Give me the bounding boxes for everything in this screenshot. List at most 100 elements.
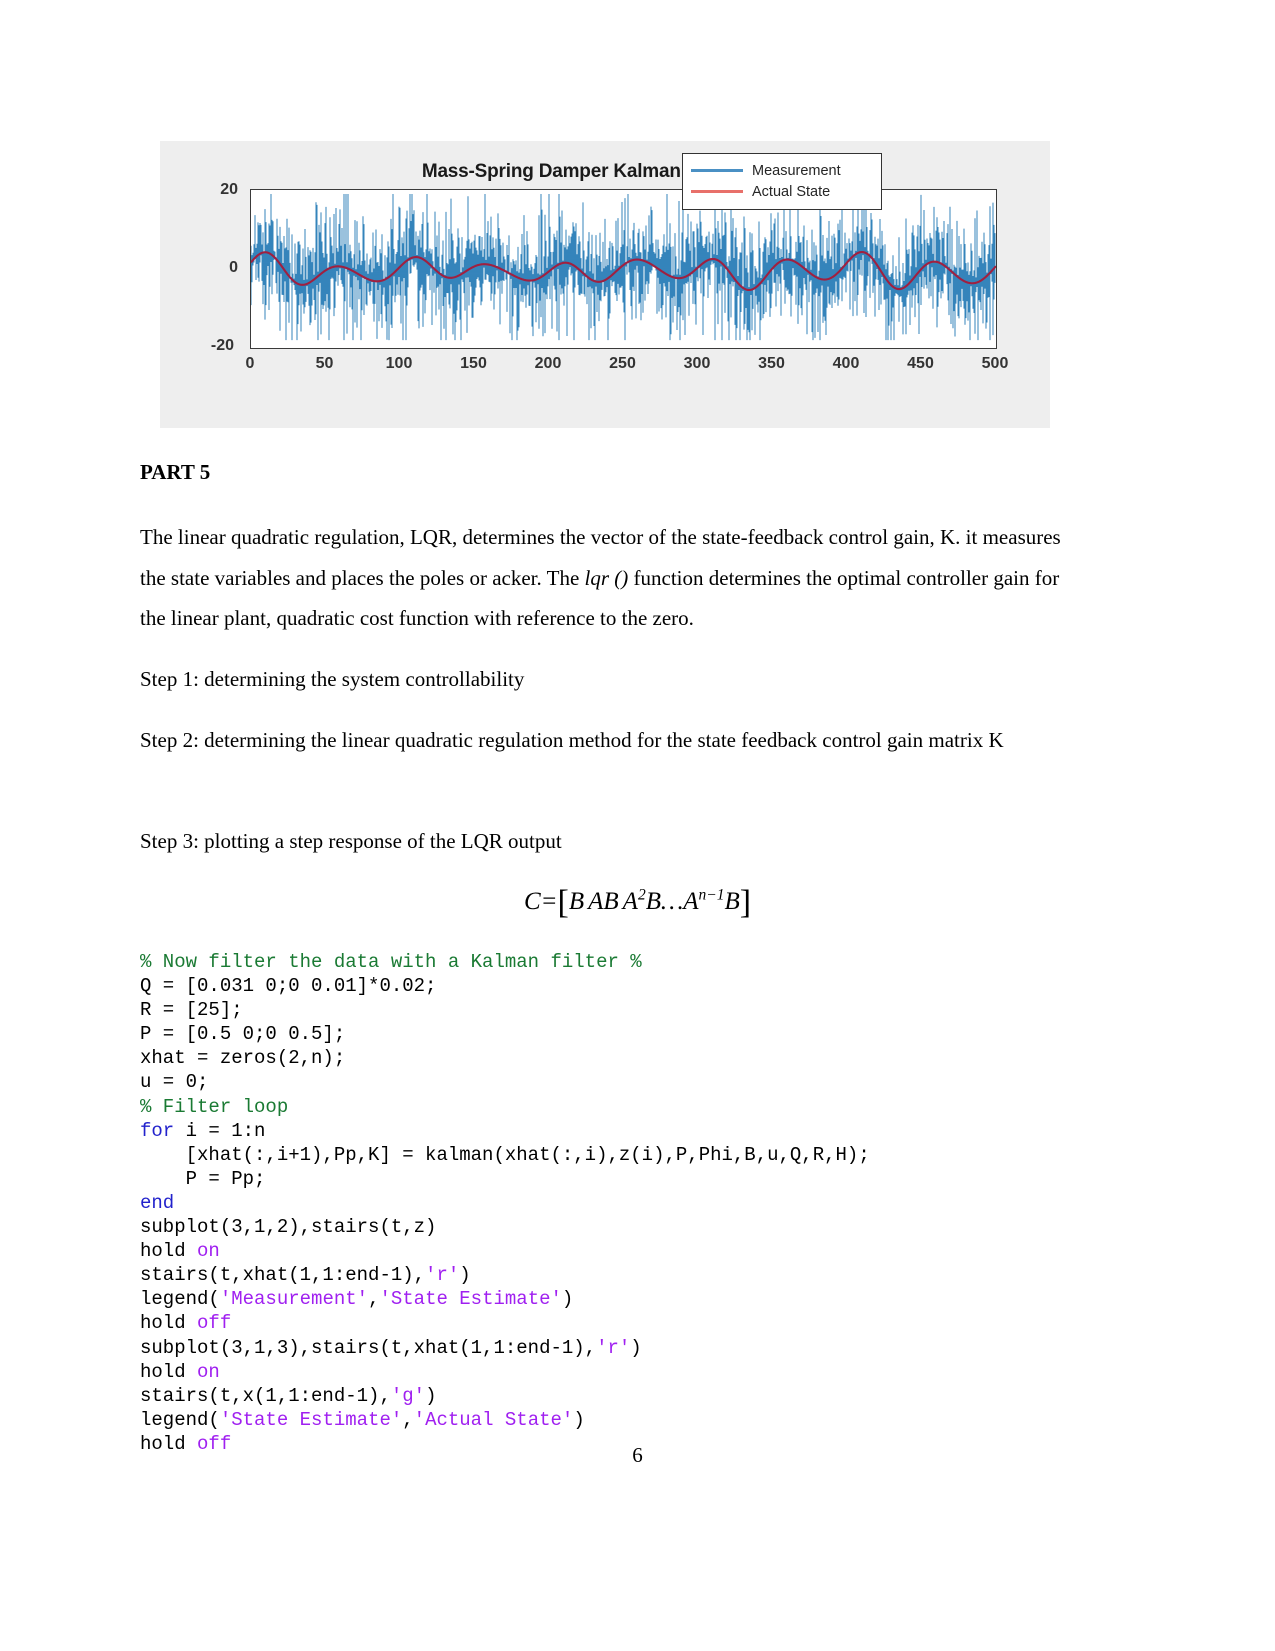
code-token: subplot(3,1,3),stairs(t,xhat(1,1:end-1), xyxy=(140,1336,597,1359)
page-number: 6 xyxy=(632,1443,643,1467)
code-token: , xyxy=(368,1288,380,1311)
code-token-kw2: on xyxy=(197,1360,220,1383)
chart-legend: Measurement Actual State xyxy=(682,153,882,210)
x-axis-tick-450: 450 xyxy=(907,355,934,372)
x-axis-tick-50: 50 xyxy=(315,355,334,372)
code-line: R = [25]; xyxy=(140,998,1140,1022)
code-line: stairs(t,x(1,1:end-1),'g') xyxy=(140,1384,1140,1408)
formula-controllability-matrix: C=[B AB A2B…An−1B] xyxy=(0,884,1275,922)
y-axis-tick-neg20: -20 xyxy=(210,337,234,354)
para1-italic-lqr: lqr () xyxy=(584,565,629,590)
code-token: ) xyxy=(573,1408,585,1431)
plot-canvas xyxy=(251,193,996,341)
code-token-cmt: % Filter loop xyxy=(140,1095,289,1118)
document-page: Mass-Spring Damper Kalman Filter Demo 20… xyxy=(0,0,1275,1651)
code-token-kw2: on xyxy=(197,1240,220,1263)
code-line: subplot(3,1,2),stairs(t,z) xyxy=(140,1215,1140,1239)
code-token-cmt: % Now filter the data with a Kalman filt… xyxy=(140,951,642,973)
formula-term-an-base: A xyxy=(683,888,699,915)
code-token: xhat = zeros(2,n); xyxy=(140,1047,346,1070)
code-token: ) xyxy=(425,1384,437,1407)
x-axis-tick-0: 0 xyxy=(245,355,255,372)
code-line: hold on xyxy=(140,1360,1140,1384)
code-line: Q = [0.031 0;0 0.01]*0.02; xyxy=(140,974,1140,998)
y-axis-tick-0: 0 xyxy=(229,259,238,276)
legend-swatch-measurement xyxy=(691,169,743,172)
code-token: legend( xyxy=(140,1288,220,1311)
x-axis-tick-300: 300 xyxy=(683,355,711,372)
code-line: end xyxy=(140,1191,1140,1215)
legend-label-measurement: Measurement xyxy=(752,162,841,179)
legend-item-measurement: Measurement xyxy=(691,160,873,181)
code-token-str: 'r' xyxy=(596,1336,631,1359)
code-line: hold off xyxy=(140,1311,1140,1335)
code-token: P = Pp; xyxy=(140,1167,266,1190)
code-token: hold xyxy=(140,1240,198,1263)
formula-lhs: C xyxy=(523,888,541,915)
code-token-str: 'g' xyxy=(390,1384,426,1407)
legend-swatch-actual-state xyxy=(691,190,743,193)
code-token: P = [0.5 0;0 0.5]; xyxy=(140,1023,346,1046)
code-token-str: 'Measurement' xyxy=(219,1288,369,1311)
code-token: hold xyxy=(140,1360,198,1383)
formula-term-b: B xyxy=(568,888,585,915)
formula-open-bracket: [ xyxy=(557,884,569,921)
code-token: Q = [0.031 0;0 0.01]*0.02; xyxy=(140,975,437,998)
formula-ellipsis: … xyxy=(660,888,684,915)
code-token: legend( xyxy=(140,1408,220,1431)
paragraph-lqr-intro: The linear quadratic regulation, LQR, de… xyxy=(140,517,1070,639)
code-token-str: 'Actual State' xyxy=(413,1408,574,1431)
code-token-kw2: off xyxy=(197,1312,232,1335)
code-line: % Filter loop xyxy=(140,1095,1140,1119)
code-token-str: 'State Estimate' xyxy=(379,1288,562,1311)
code-token: stairs(t,xhat(1,1:end-1), xyxy=(140,1264,426,1287)
formula-close-bracket: ] xyxy=(739,884,752,921)
figure-kalman-demo: Mass-Spring Damper Kalman Filter Demo 20… xyxy=(160,141,1050,428)
code-line: xhat = zeros(2,n); xyxy=(140,1046,1140,1070)
x-axis-tick-350: 350 xyxy=(758,355,785,372)
paragraph-text: The linear quadratic regulation, LQR, de… xyxy=(140,517,1070,639)
formula-term-a2-tail: B xyxy=(645,888,661,915)
page-title: PART 5 xyxy=(140,460,211,484)
paragraph-step1: Step 1: determining the system controlla… xyxy=(140,659,1070,700)
x-axis-tick-250: 250 xyxy=(609,355,636,372)
step1-text: Step 1: determining the system controlla… xyxy=(140,667,525,691)
code-token: u = 0; xyxy=(140,1071,209,1094)
x-axis-tick-400: 400 xyxy=(832,355,860,372)
matlab-code-block: % Now filter the data with a Kalman filt… xyxy=(140,950,1140,1456)
formula-term-ab: AB xyxy=(588,888,619,915)
code-token-str: 'State Estimate' xyxy=(219,1408,403,1431)
code-token: hold xyxy=(140,1312,198,1335)
paragraph-step2: Step 2: determining the linear quadratic… xyxy=(140,720,1070,761)
code-token: subplot(3,1,2),stairs(t,z) xyxy=(140,1216,437,1239)
code-token: stairs(t,x(1,1:end-1), xyxy=(140,1384,391,1407)
plot-area xyxy=(250,189,997,349)
x-axis-tick-500: 500 xyxy=(981,355,1009,372)
code-token: ) xyxy=(561,1288,574,1311)
code-line: P = [0.5 0;0 0.5]; xyxy=(140,1022,1140,1046)
code-line: legend('Measurement','State Estimate') xyxy=(140,1287,1140,1311)
code-token: , xyxy=(402,1408,414,1431)
legend-item-actual-state: Actual State xyxy=(691,181,873,202)
step3-text: Step 3: plotting a step response of the … xyxy=(140,829,562,853)
code-token: i = 1:n xyxy=(174,1119,266,1142)
formula-equals: = xyxy=(540,888,558,915)
code-line: u = 0; xyxy=(140,1070,1140,1094)
code-token-kw: end xyxy=(140,1191,175,1214)
code-line: subplot(3,1,3),stairs(t,xhat(1,1:end-1),… xyxy=(140,1336,1140,1360)
x-axis-tick-100: 100 xyxy=(385,355,413,372)
formula-term-a2-base: A xyxy=(622,888,638,915)
code-token: R = [25]; xyxy=(140,999,243,1022)
code-line: for i = 1:n xyxy=(140,1119,1140,1143)
step2-text: Step 2: determining the linear quadratic… xyxy=(140,728,1004,752)
legend-label-actual-state: Actual State xyxy=(752,183,831,200)
x-axis-tick-200: 200 xyxy=(534,355,562,372)
code-line: % Now filter the data with a Kalman filt… xyxy=(140,950,1140,974)
code-token: [xhat(:,i+1),Pp,K] = kalman(xhat(:,i),z(… xyxy=(140,1143,870,1166)
code-line: P = Pp; xyxy=(140,1167,1140,1191)
formula-term-an-exp: n−1 xyxy=(698,886,725,904)
x-axis-tick-150: 150 xyxy=(460,355,487,372)
code-token: ) xyxy=(459,1264,471,1287)
figure-title: Mass-Spring Damper Kalman Filter Demo xyxy=(421,161,789,182)
measurement-series xyxy=(251,193,996,341)
